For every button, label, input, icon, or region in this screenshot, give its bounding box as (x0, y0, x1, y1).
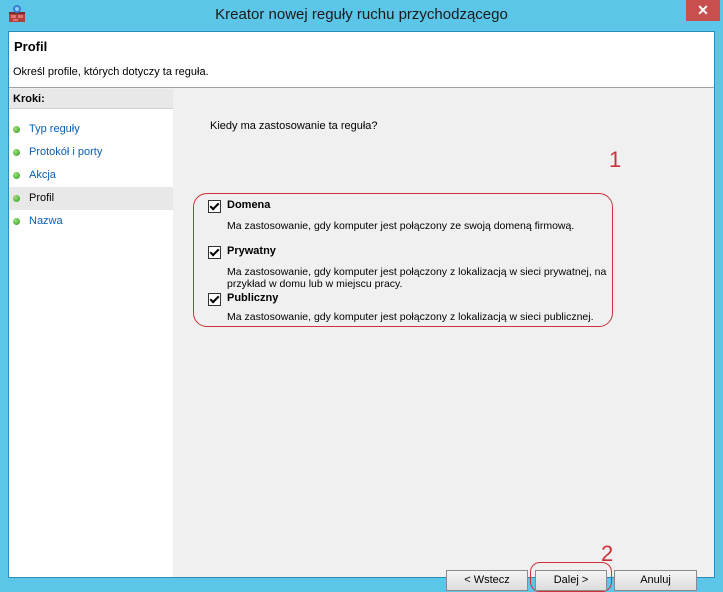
close-button[interactable]: ✕ (686, 0, 720, 21)
wizard-client: Profil Określ profile, których dotyczy t… (8, 31, 715, 592)
page-header: Profil Określ profile, których dotyczy t… (9, 32, 714, 88)
title-bar[interactable]: Kreator nowej reguły ruchu przychodząceg… (0, 0, 723, 31)
steps-list: Typ reguły Protokół i porty Akcja Profil… (9, 118, 173, 233)
step-protocol-ports[interactable]: Protokół i porty (9, 141, 173, 164)
green-dot-icon (13, 195, 20, 202)
annotation-number-1: 1 (609, 147, 622, 172)
green-dot-icon (13, 172, 20, 179)
back-button[interactable]: < Wstecz (446, 570, 528, 591)
step-action[interactable]: Akcja (9, 164, 173, 187)
step-label: Protokół i porty (29, 146, 103, 158)
next-button[interactable]: Dalej > (535, 570, 607, 591)
green-dot-icon (13, 126, 20, 133)
annotation-number-2: 2 (601, 541, 614, 566)
page-description: Określ profile, których dotyczy ta reguł… (13, 66, 209, 78)
cancel-button[interactable]: Anuluj (614, 570, 697, 591)
step-label: Nazwa (29, 215, 63, 227)
steps-sidebar: Kroki: Typ reguły Protokół i porty Akcja… (9, 89, 173, 577)
main-panel: Kiedy ma zastosowanie ta reguła? Domena … (173, 89, 714, 592)
steps-label: Kroki: (9, 89, 173, 109)
window-title: Kreator nowej reguły ruchu przychodząceg… (215, 6, 508, 23)
step-label: Akcja (29, 169, 56, 181)
green-dot-icon (13, 149, 20, 156)
wizard-window: Kreator nowej reguły ruchu przychodząceg… (0, 0, 723, 592)
step-name[interactable]: Nazwa (9, 210, 173, 233)
page-title: Profil (14, 39, 48, 54)
green-dot-icon (13, 218, 20, 225)
step-label: Typ reguły (29, 123, 80, 135)
step-label: Profil (29, 192, 55, 204)
question-text: Kiedy ma zastosowanie ta reguła? (210, 120, 378, 132)
step-rule-type[interactable]: Typ reguły (9, 118, 173, 141)
step-profile[interactable]: Profil (9, 187, 173, 210)
annotation-box-1 (193, 193, 613, 327)
